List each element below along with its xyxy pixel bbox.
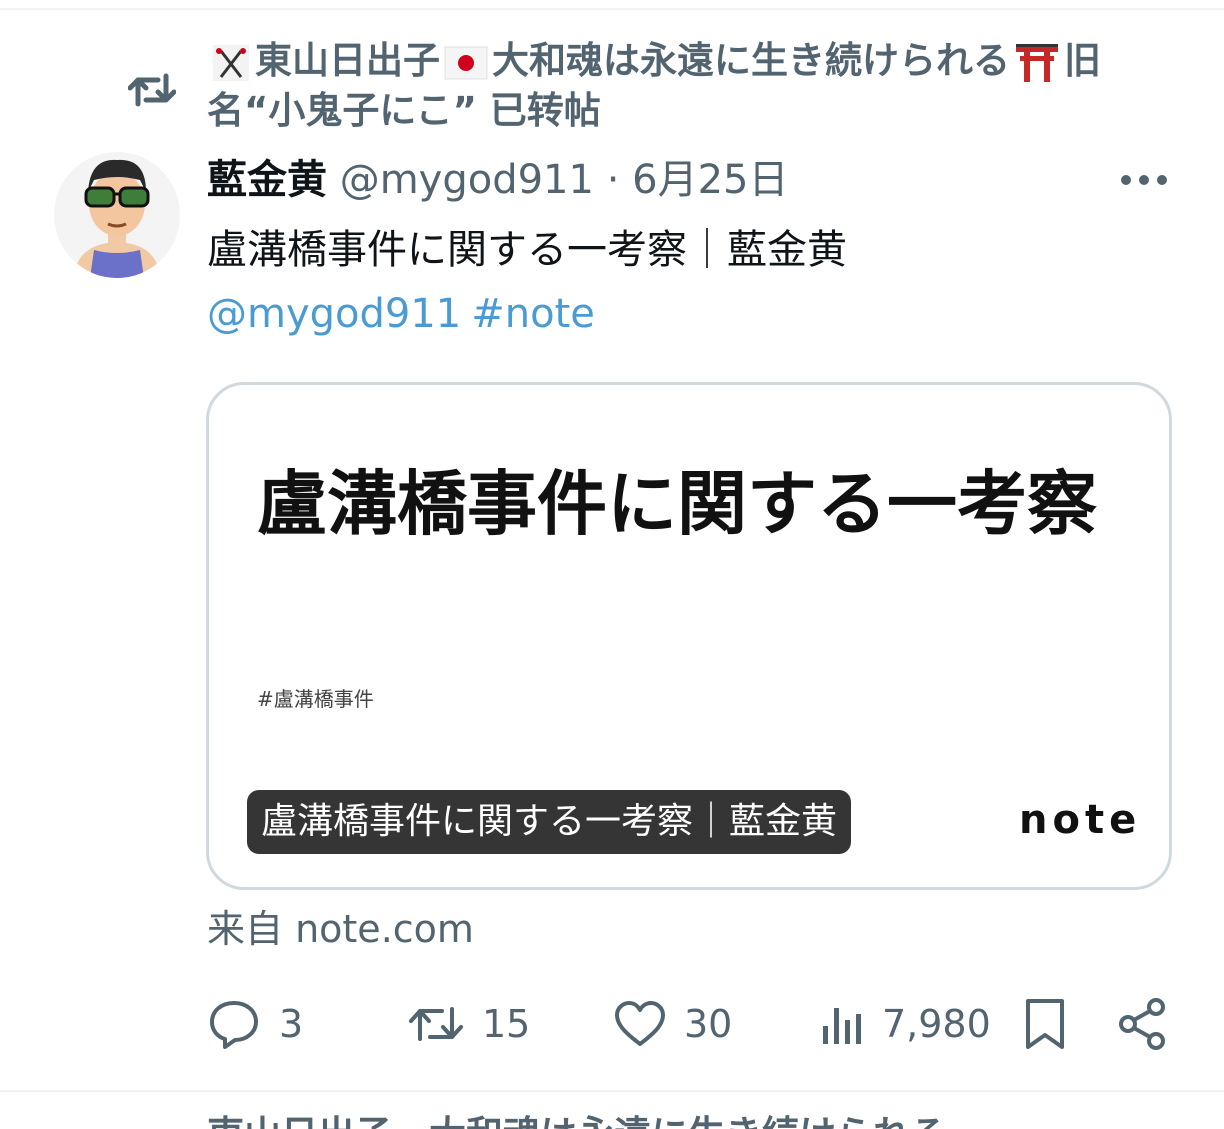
retweet-icon (128, 73, 176, 107)
author-name[interactable]: 藍金黄 (207, 157, 327, 203)
views-button[interactable]: 7,980 (820, 994, 991, 1054)
tweet-links: @mygod911 #note (207, 286, 605, 342)
avatar[interactable] (54, 152, 180, 278)
next-tweet-peek: 東山日出子 大和魂は永遠に生き続けられる (207, 1112, 1182, 1129)
card-source[interactable]: 来自 note.com (207, 904, 474, 954)
card-title: 盧溝橋事件に関する一考察 (257, 463, 1097, 545)
share-icon (1119, 998, 1165, 1050)
like-icon (615, 1001, 665, 1046)
more-icon[interactable] (1118, 168, 1170, 192)
retweeter-name-part2: 大和魂は永遠に生き続けられる (492, 39, 1010, 82)
separator-dot: · (606, 157, 620, 203)
retweet-button[interactable]: 15 (408, 994, 530, 1054)
mention-link[interactable]: @mygod911 (207, 291, 461, 337)
tweet-page: 東山日出子 大和魂は永遠に生き続けられる 旧名“小鬼子にこ” 已转帖 藍金黄 @… (0, 0, 1224, 1129)
torii-emoji (1016, 43, 1058, 82)
action-bar: 3 15 30 7,980 (0, 994, 1224, 1054)
japan-flag-emoji (444, 46, 488, 79)
tweet-text: 盧溝橋事件に関する一考察｜藍金黄 (207, 227, 847, 273)
next-retweeter-part2: 大和魂は永遠に生き続けられる (429, 1113, 947, 1129)
next-retweet-text: 東山日出子 大和魂は永遠に生き続けられる (207, 1112, 1182, 1129)
views-icon (823, 1008, 861, 1044)
retweeter-name-part1: 東山日出子 (255, 39, 440, 82)
avatar-image (54, 152, 180, 278)
tweet-date[interactable]: 6月25日 (632, 157, 788, 203)
reply-icon (210, 1001, 258, 1049)
retweet-text[interactable]: 東山日出子 大和魂は永遠に生き続けられる 旧名“小鬼子にこ” 已转帖 (207, 36, 1182, 136)
reply-count: 3 (279, 1002, 304, 1046)
hashtag-link[interactable]: #note (471, 291, 595, 337)
retweet-count: 15 (482, 1002, 531, 1046)
card-caption: 盧溝橋事件に関する一考察｜藍金黄 (247, 790, 852, 854)
bookmark-button[interactable] (1022, 994, 1068, 1054)
divider (0, 1090, 1224, 1092)
author-row: 藍金黄 @mygod911 · 6月25日 (207, 152, 788, 208)
next-retweeter-part1: 東山日出子 (207, 1113, 392, 1129)
retweet-action: 已转帖 (489, 89, 601, 132)
author-handle[interactable]: @mygod911 (340, 157, 594, 203)
link-card[interactable]: 盧溝橋事件に関する一考察 #盧溝橋事件 盧溝橋事件に関する一考察｜藍金黄 not… (206, 382, 1172, 890)
chopsticks-emoji (213, 44, 249, 81)
retweet-action-icon (409, 1007, 463, 1041)
like-button[interactable]: 30 (614, 994, 732, 1054)
retweet-header: 東山日出子 大和魂は永遠に生き続けられる 旧名“小鬼子にこ” 已转帖 (0, 36, 1224, 136)
card-tag: #盧溝橋事件 (257, 687, 374, 711)
bookmark-icon (1026, 999, 1064, 1049)
share-button[interactable] (1116, 994, 1168, 1054)
note-logo: note (1019, 797, 1142, 843)
views-count: 7,980 (882, 1002, 991, 1046)
divider (0, 8, 1224, 10)
reply-button[interactable]: 3 (207, 994, 303, 1054)
like-count: 30 (684, 1002, 733, 1046)
